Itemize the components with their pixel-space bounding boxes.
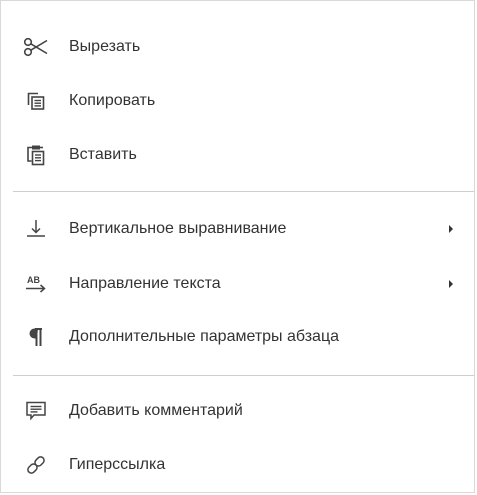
menu-item-copy[interactable]: Копировать — [1, 81, 474, 121]
submenu-arrow-icon — [449, 225, 453, 233]
paste-icon — [23, 142, 49, 168]
menu-item-hyperlink[interactable]: Гиперссылка — [1, 445, 474, 485]
menu-item-paste[interactable]: Вставить — [1, 135, 474, 175]
menu-item-paragraph-settings[interactable]: Дополнительные параметры абзаца — [1, 317, 474, 357]
comment-icon — [23, 398, 49, 424]
menu-item-cut-label: Вырезать — [69, 38, 141, 55]
menu-item-hyperlink-label: Гиперссылка — [69, 456, 166, 473]
menu-item-add-comment-label: Добавить комментарий — [69, 402, 243, 419]
menu-item-text-direction[interactable]: AB Направление текста — [1, 264, 474, 304]
menu-item-copy-label: Копировать — [69, 92, 156, 109]
menu-item-vertical-align[interactable]: Вертикальное выравнивание — [1, 209, 474, 249]
vertical-align-bottom-icon — [23, 216, 49, 242]
menu-divider — [13, 191, 474, 192]
context-menu: Вырезать Копировать Вставить Вертикально… — [0, 0, 475, 493]
menu-item-paste-label: Вставить — [69, 146, 137, 163]
menu-divider — [13, 375, 474, 376]
text-direction-icon: AB — [23, 271, 49, 297]
menu-item-text-direction-label: Направление текста — [69, 275, 221, 292]
menu-item-paragraph-settings-label: Дополнительные параметры абзаца — [69, 328, 340, 345]
svg-text:AB: AB — [27, 275, 40, 285]
menu-item-cut[interactable]: Вырезать — [1, 27, 474, 67]
paragraph-icon — [23, 324, 49, 350]
copy-icon — [23, 88, 49, 114]
menu-item-vertical-align-label: Вертикальное выравнивание — [69, 220, 287, 237]
submenu-arrow-icon — [449, 280, 453, 288]
link-icon — [23, 452, 49, 478]
menu-item-add-comment[interactable]: Добавить комментарий — [1, 391, 474, 431]
scissors-icon — [23, 34, 49, 60]
